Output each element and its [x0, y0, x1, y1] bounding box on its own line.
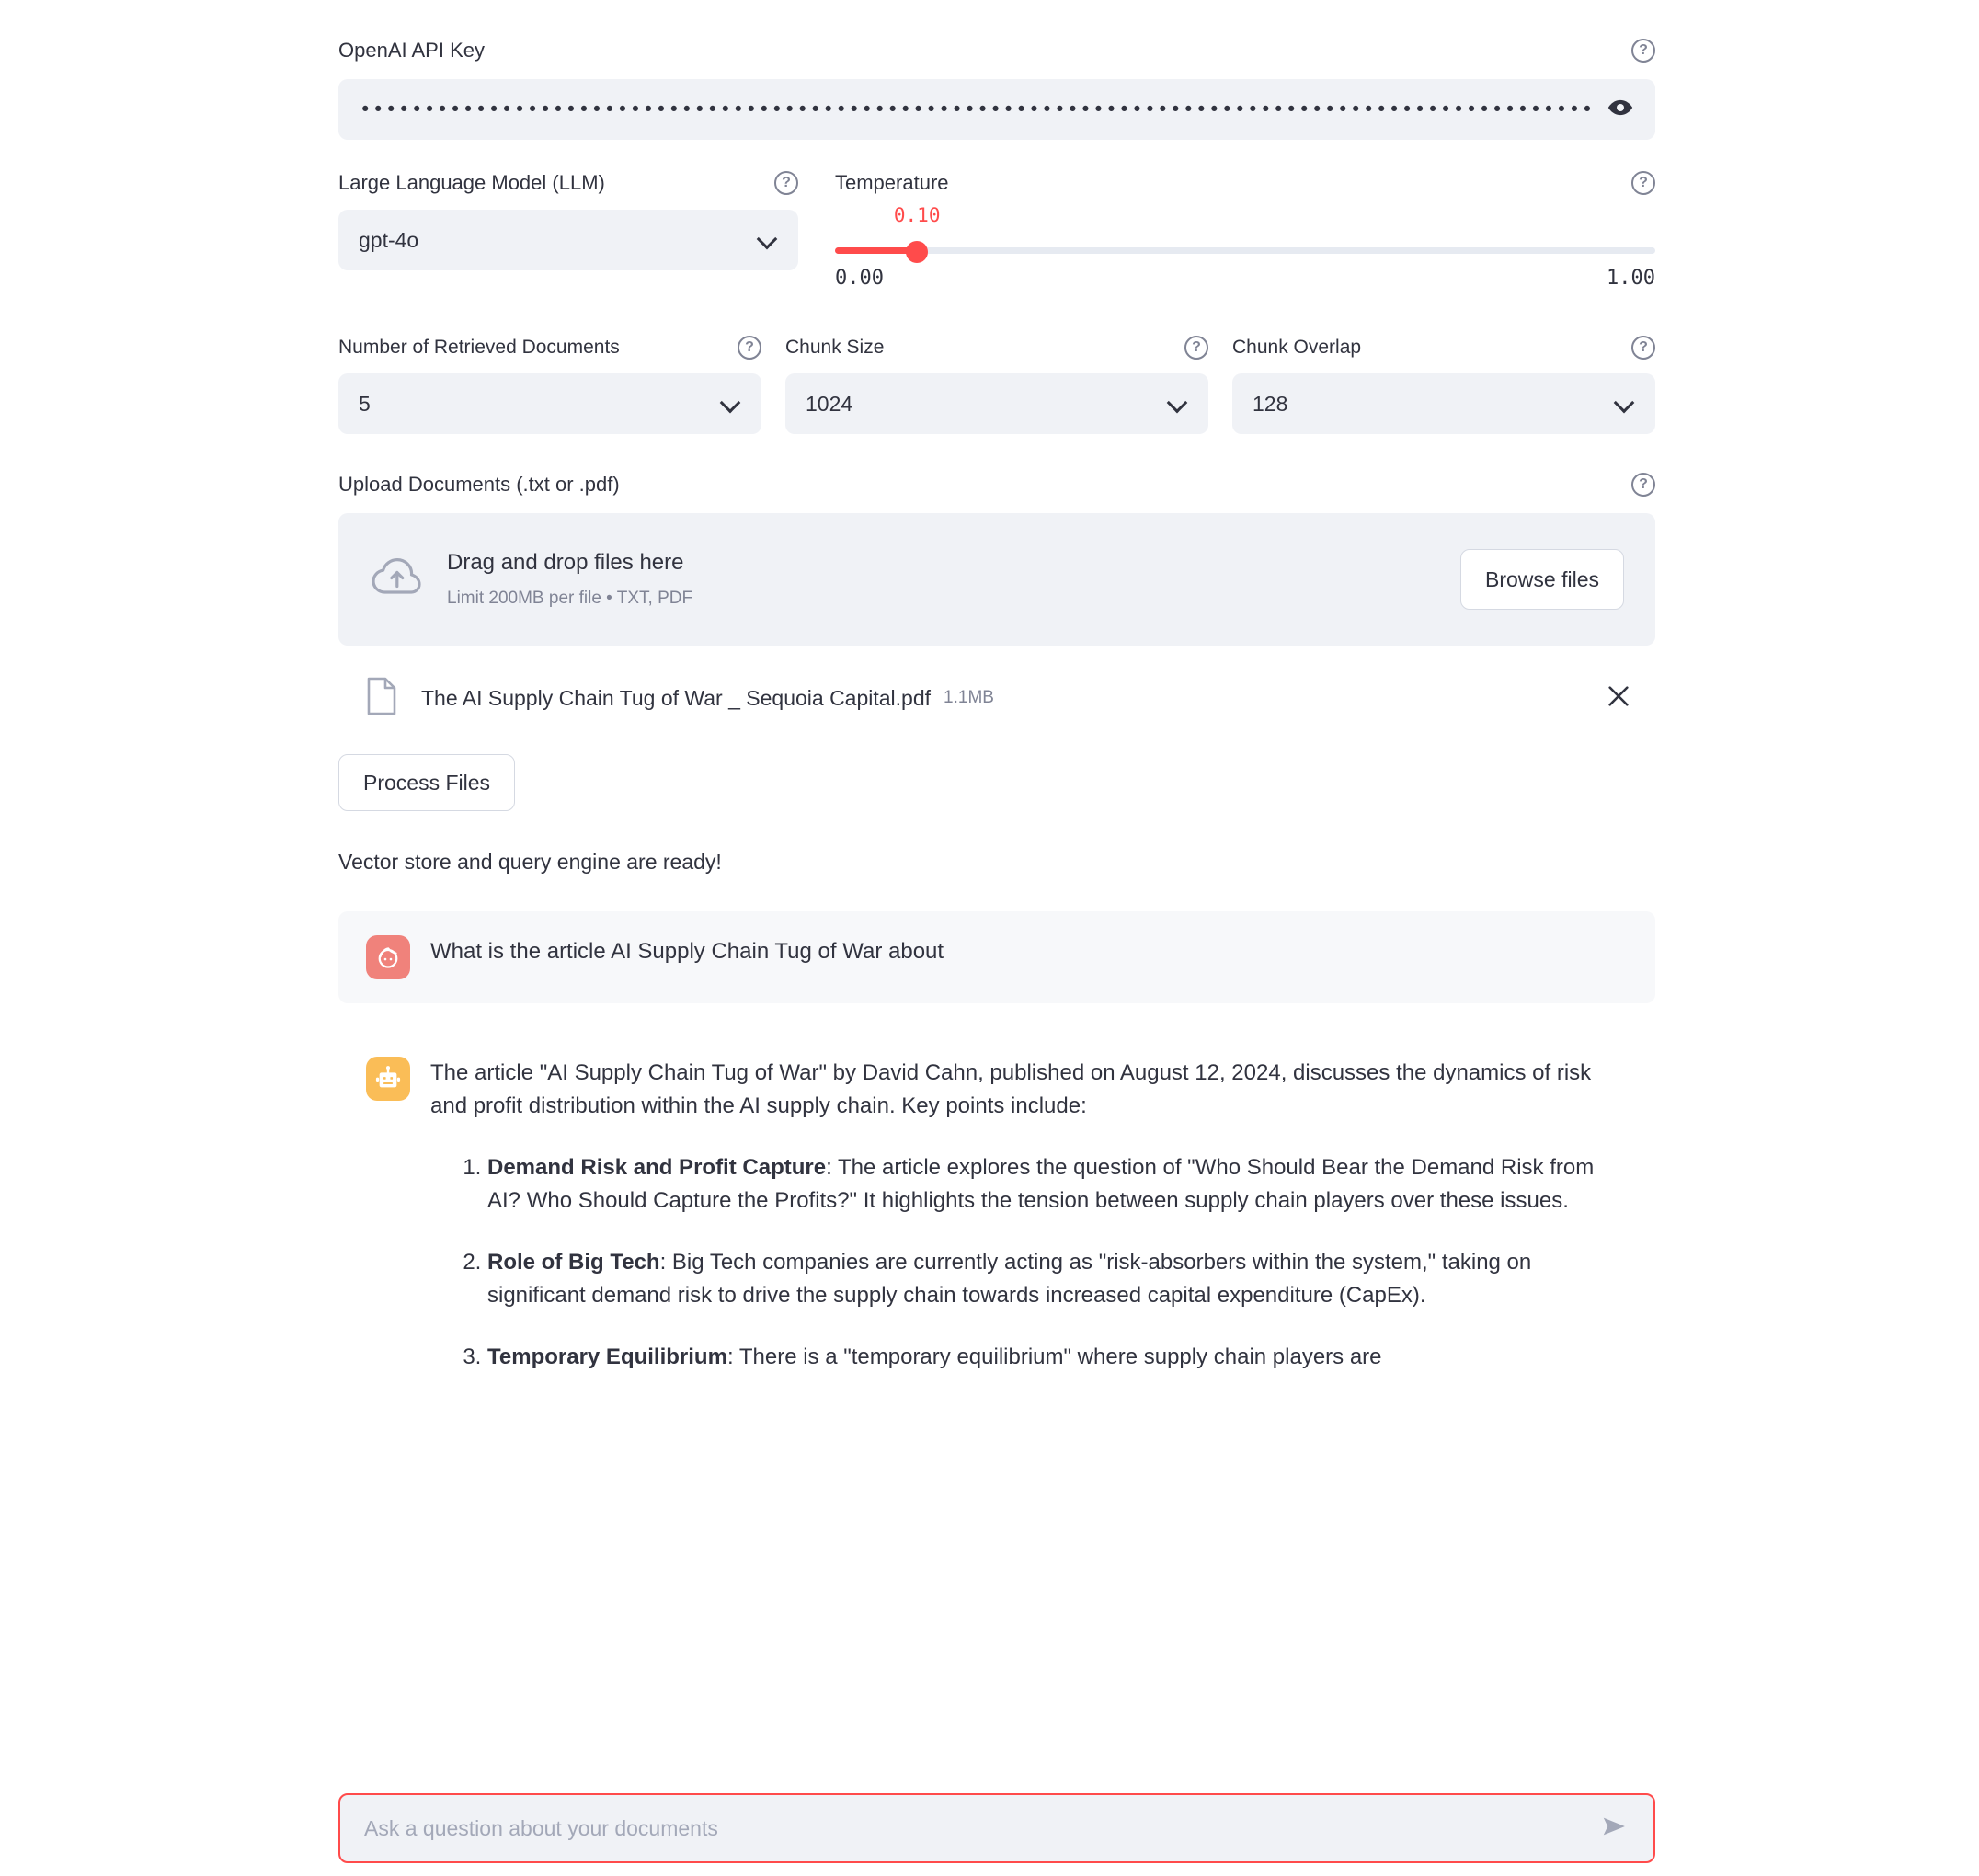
llm-label-row: Large Language Model (LLM) ?	[338, 167, 798, 199]
temperature-slider[interactable]	[835, 241, 1655, 263]
uploaded-file-name: The AI Supply Chain Tug of War _ Sequoia…	[421, 685, 932, 710]
chat-message-user: What is the article AI Supply Chain Tug …	[338, 911, 1655, 1003]
assistant-message-body: The article "AI Supply Chain Tug of War"…	[430, 1057, 1628, 1401]
retrieved-docs-label-row: Number of Retrieved Documents ?	[338, 333, 761, 362]
slider-track	[835, 247, 1655, 254]
uploaded-file-row: The AI Supply Chain Tug of War _ Sequoia…	[338, 669, 1655, 726]
llm-label: Large Language Model (LLM)	[338, 171, 605, 194]
dropzone-limit: Limit 200MB per file • TXT, PDF	[447, 589, 693, 608]
cloud-upload-icon	[370, 555, 421, 604]
api-key-input[interactable]: ••••••••••••••••••••••••••••••••••••••••…	[338, 79, 1655, 140]
help-icon-temperature[interactable]: ?	[1631, 171, 1655, 195]
assistant-intro-text: The article "AI Supply Chain Tug of War"…	[430, 1060, 1592, 1119]
process-files-button[interactable]: Process Files	[338, 754, 516, 811]
slider-bounds: 0.00 1.00	[835, 267, 1655, 290]
upload-label-row: Upload Documents (.txt or .pdf) ?	[338, 469, 1655, 500]
chunk-overlap-label: Chunk Overlap	[1232, 337, 1362, 358]
llm-field: Large Language Model (LLM) ? gpt-4o	[338, 167, 798, 296]
help-icon-upload[interactable]: ?	[1631, 473, 1655, 497]
chunk-overlap-field: Chunk Overlap ? 128	[1232, 333, 1655, 434]
slider-thumb[interactable]	[906, 241, 929, 263]
temperature-slider-wrap: 0.10 0.00 1.00	[835, 204, 1655, 296]
chat-message-assistant: The article "AI Supply Chain Tug of War"…	[338, 1036, 1655, 1401]
chunk-overlap-value: 128	[1253, 391, 1288, 416]
chevron-down-icon	[721, 394, 741, 414]
upload-label: Upload Documents (.txt or .pdf)	[338, 473, 620, 496]
chunk-size-label-row: Chunk Size ?	[785, 333, 1208, 362]
temperature-label: Temperature	[835, 171, 949, 194]
retrieved-docs-value: 5	[359, 391, 371, 416]
temperature-value: 0.10	[893, 204, 941, 226]
api-key-label: OpenAI API Key	[338, 39, 485, 62]
api-key-masked-value: ••••••••••••••••••••••••••••••••••••••••…	[360, 98, 1596, 120]
retrieved-docs-label: Number of Retrieved Documents	[338, 337, 620, 358]
user-avatar-icon	[366, 935, 410, 979]
help-icon-chunk-size[interactable]: ?	[1184, 336, 1208, 360]
chevron-down-icon	[1168, 394, 1188, 414]
assistant-point-title: Role of Big Tech	[487, 1249, 660, 1275]
bot-avatar-icon	[366, 1057, 410, 1101]
assistant-point-title: Temporary Equilibrium	[487, 1344, 727, 1369]
temperature-field: Temperature ? 0.10 0.00 1.00	[835, 167, 1655, 296]
api-key-label-row: OpenAI API Key ?	[338, 35, 1655, 66]
chevron-down-icon	[1615, 394, 1635, 414]
app-root: OpenAI API Key ? •••••••••••••••••••••••…	[0, 0, 1979, 1876]
assistant-point-item: Demand Risk and Profit Capture: The arti…	[487, 1151, 1628, 1218]
help-icon-llm[interactable]: ?	[774, 171, 798, 195]
status-message: Vector store and query engine are ready!	[338, 850, 722, 874]
file-dropzone[interactable]: Drag and drop files here Limit 200MB per…	[338, 513, 1655, 646]
chunk-size-field: Chunk Size ? 1024	[785, 333, 1208, 434]
retrieved-docs-select[interactable]: 5	[338, 373, 761, 434]
model-and-temperature-row: Large Language Model (LLM) ? gpt-4o Temp…	[338, 167, 1655, 296]
dropzone-text: Drag and drop files here Limit 200MB per…	[447, 550, 1460, 609]
assistant-point-item: Temporary Equilibrium: There is a "tempo…	[487, 1341, 1628, 1374]
chunk-overlap-label-row: Chunk Overlap ?	[1232, 333, 1655, 362]
bottom-fade	[0, 1747, 1979, 1784]
dropzone-title: Drag and drop files here	[447, 550, 684, 575]
retrieved-docs-field: Number of Retrieved Documents ? 5	[338, 333, 761, 434]
assistant-point-title: Demand Risk and Profit Capture	[487, 1154, 827, 1180]
assistant-points-list: Demand Risk and Profit Capture: The arti…	[430, 1151, 1628, 1374]
llm-select[interactable]: gpt-4o	[338, 210, 798, 270]
settings-and-chat-column: OpenAI API Key ? •••••••••••••••••••••••…	[338, 0, 1655, 1401]
help-icon-chunk-overlap[interactable]: ?	[1631, 336, 1655, 360]
chevron-down-icon	[758, 230, 778, 250]
chunk-size-select[interactable]: 1024	[785, 373, 1208, 434]
slider-fill	[835, 247, 918, 254]
send-icon[interactable]	[1598, 1813, 1630, 1845]
chat-input-bar[interactable]	[338, 1793, 1655, 1863]
slider-min-label: 0.00	[835, 267, 884, 290]
help-icon-retrieved-docs[interactable]: ?	[738, 336, 761, 360]
chunk-overlap-select[interactable]: 128	[1232, 373, 1655, 434]
upload-section: Upload Documents (.txt or .pdf) ? Drag a…	[338, 469, 1655, 875]
temperature-label-row: Temperature ?	[835, 167, 1655, 199]
file-icon	[366, 676, 397, 721]
remove-file-icon[interactable]	[1604, 681, 1633, 715]
chunk-size-value: 1024	[806, 391, 853, 416]
help-icon-api-key[interactable]: ?	[1631, 39, 1655, 63]
slider-max-label: 1.00	[1607, 267, 1655, 290]
llm-select-value: gpt-4o	[359, 227, 419, 252]
user-message-text: What is the article AI Supply Chain Tug …	[430, 939, 944, 964]
eye-icon[interactable]	[1607, 94, 1634, 126]
browse-files-button[interactable]: Browse files	[1460, 549, 1624, 610]
chat-input[interactable]	[364, 1815, 1582, 1841]
uploaded-file-size: 1.1MB	[944, 688, 994, 707]
assistant-point-item: Role of Big Tech: Big Tech companies are…	[487, 1246, 1628, 1313]
chunk-size-label: Chunk Size	[785, 337, 885, 358]
chunking-row: Number of Retrieved Documents ? 5 Chunk …	[338, 333, 1655, 434]
